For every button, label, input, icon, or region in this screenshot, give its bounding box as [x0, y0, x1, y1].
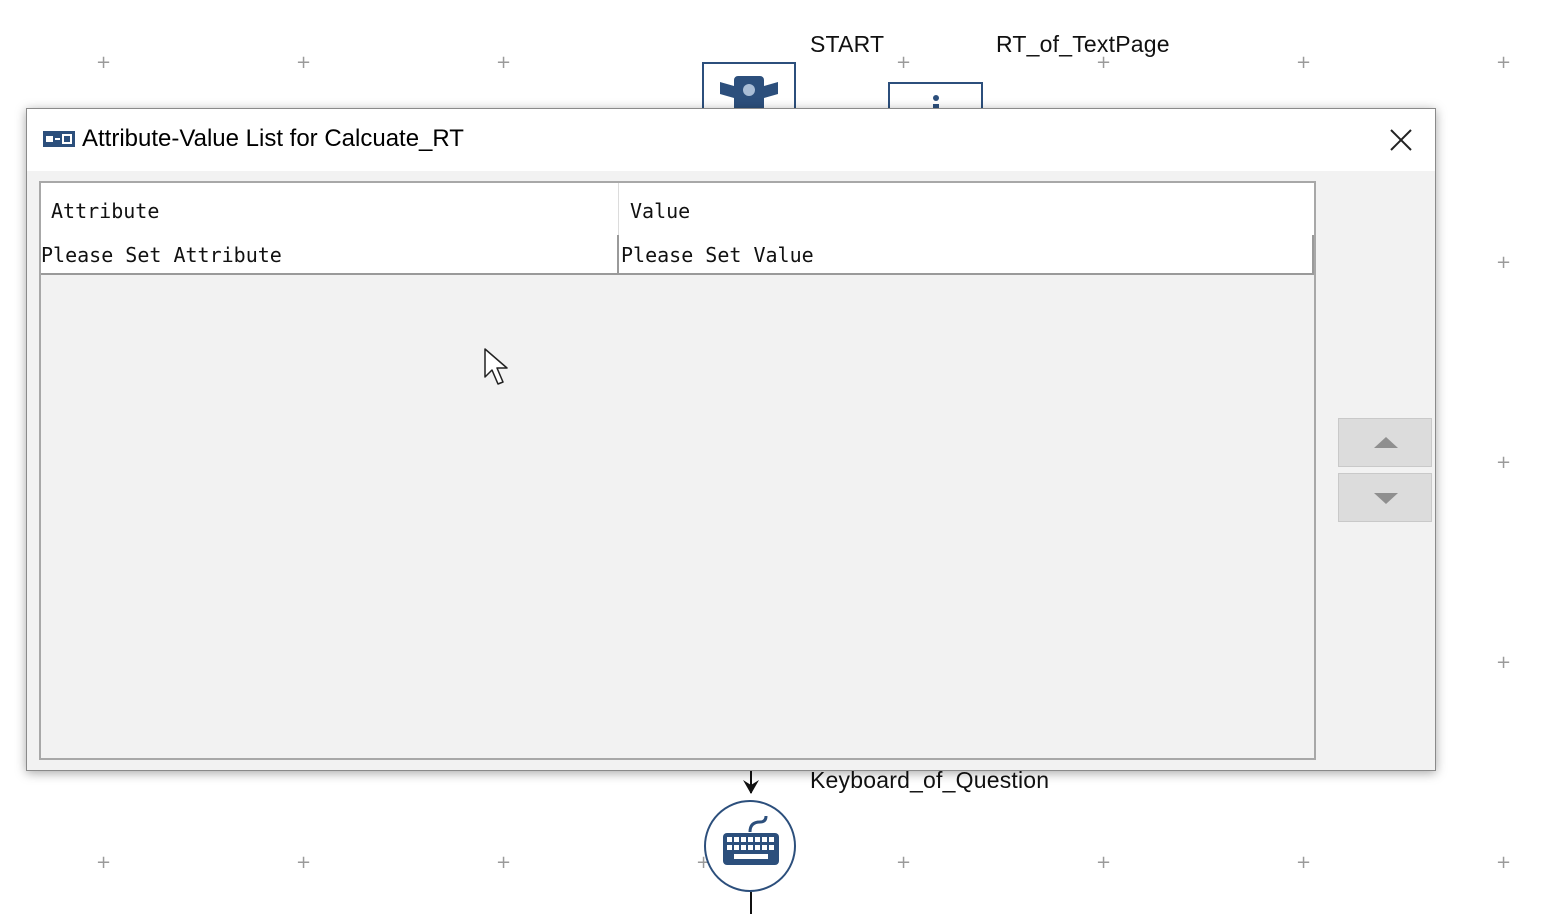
- grid-marker: +: [1296, 852, 1312, 873]
- grid-marker: +: [496, 52, 512, 73]
- close-icon: [1390, 129, 1412, 151]
- grid-marker: +: [1496, 52, 1512, 73]
- grid-marker: +: [1496, 852, 1512, 873]
- table-header: Attribute Value: [41, 183, 1314, 236]
- grid-marker: +: [496, 852, 512, 873]
- grid-marker: +: [896, 52, 912, 73]
- move-down-button[interactable]: [1338, 473, 1432, 522]
- connector-line: [750, 892, 752, 914]
- grid-marker: +: [1296, 52, 1312, 73]
- start-node-label: START: [810, 31, 885, 57]
- text-page-node-label: RT_of_TextPage: [996, 31, 1170, 57]
- grid-marker: +: [1096, 852, 1112, 873]
- grid-marker: +: [1096, 52, 1112, 73]
- grid-marker: +: [1496, 452, 1512, 473]
- column-header-attribute[interactable]: Attribute: [41, 183, 619, 235]
- keyboard-node[interactable]: [704, 800, 796, 892]
- grid-marker: +: [296, 52, 312, 73]
- attribute-value-dialog: Attribute-Value List for Calcuate_RT Att…: [26, 108, 1436, 771]
- attribute-list-icon: [43, 131, 75, 147]
- grid-marker: +: [96, 852, 112, 873]
- triangle-up-icon: [1374, 437, 1398, 448]
- keyboard-node-label: Keyboard_of_Question: [810, 767, 1050, 793]
- arrow-head-icon: [743, 780, 759, 794]
- grid-marker: +: [1496, 252, 1512, 273]
- grid-marker: +: [896, 852, 912, 873]
- column-header-value[interactable]: Value: [621, 183, 1311, 235]
- dialog-titlebar[interactable]: Attribute-Value List for Calcuate_RT: [27, 109, 1435, 171]
- grid-marker: +: [96, 52, 112, 73]
- dialog-title: Attribute-Value List for Calcuate_RT: [82, 125, 464, 152]
- table-row[interactable]: Please Set Attribute Please Set Value: [41, 235, 1314, 275]
- keyboard-icon: [723, 815, 779, 865]
- attribute-cell[interactable]: Please Set Attribute: [41, 235, 619, 273]
- grid-marker: +: [1496, 652, 1512, 673]
- move-up-button[interactable]: [1338, 418, 1432, 467]
- attribute-value-table[interactable]: Attribute Value Please Set Attribute Ple…: [39, 181, 1316, 760]
- value-cell[interactable]: Please Set Value: [621, 235, 1314, 273]
- grid-marker: +: [296, 852, 312, 873]
- triangle-down-icon: [1374, 493, 1398, 504]
- close-button[interactable]: [1383, 122, 1419, 158]
